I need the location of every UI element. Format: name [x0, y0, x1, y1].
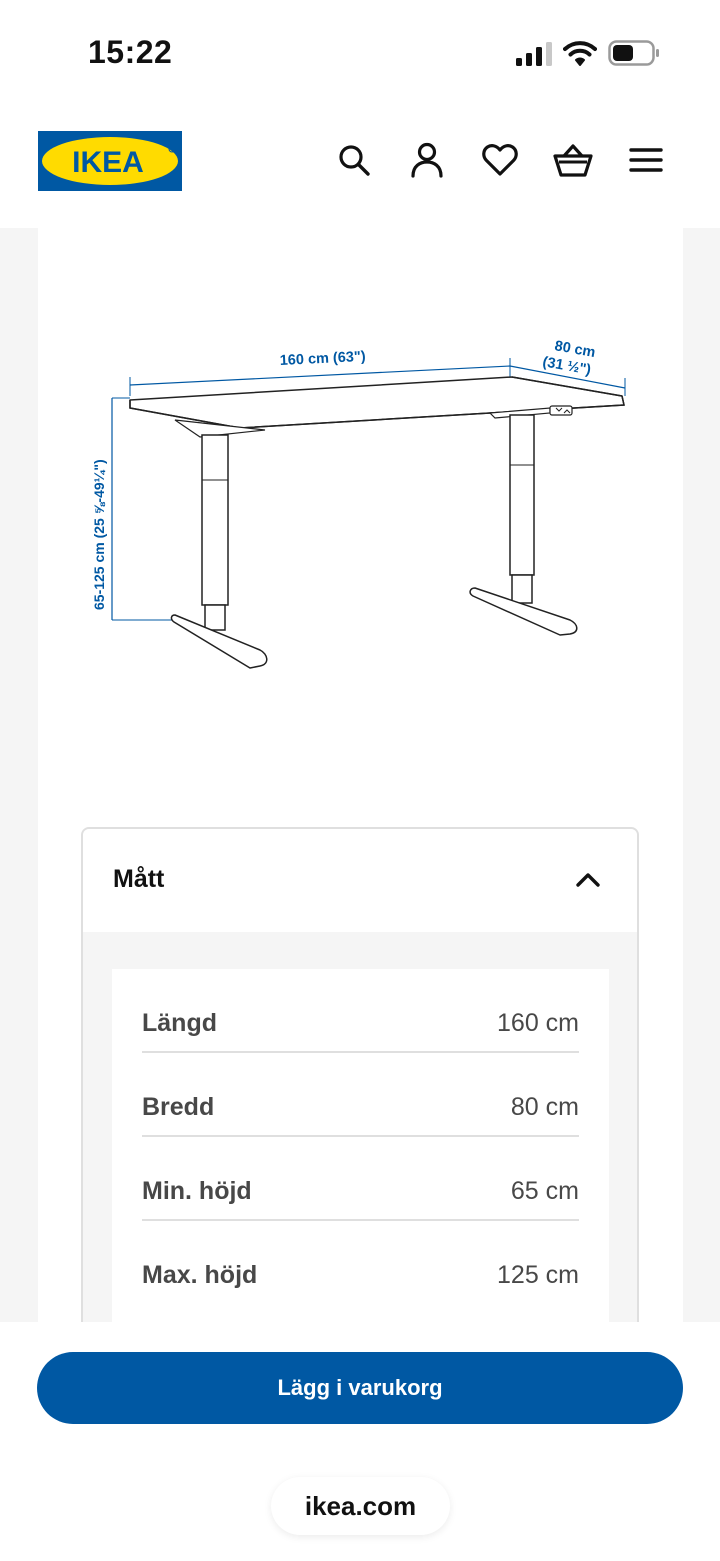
- cellular-signal-icon: [516, 42, 552, 66]
- add-to-cart-button[interactable]: Lägg i varukorg: [37, 1352, 683, 1424]
- site-header: IKEA: [0, 100, 720, 228]
- logo-text: IKEA: [72, 146, 144, 179]
- dimension-row: Bredd 80 cm: [142, 1053, 579, 1137]
- accordion-title: Mått: [113, 865, 165, 893]
- battery-icon: [608, 40, 659, 66]
- dimension-value: 125 cm: [497, 1261, 579, 1289]
- dimension-label: Min. höjd: [142, 1177, 252, 1205]
- dimension-row: Min. höjd 65 cm: [142, 1137, 579, 1221]
- dimension-row: Längd 160 cm: [142, 969, 579, 1053]
- browser-url: ikea.com: [304, 1490, 417, 1521]
- browser-url-pill[interactable]: ikea.com: [271, 1477, 450, 1535]
- dimensions-accordion: Mått Längd 160 cm Bredd 80 cm Min. höjd …: [81, 827, 639, 1322]
- width-dimension-label: 160 cm (63"): [279, 349, 366, 369]
- wifi-icon: [563, 41, 597, 66]
- heart-icon: [482, 144, 518, 176]
- account-button[interactable]: [407, 140, 447, 180]
- dimension-value: 80 cm: [510, 1093, 579, 1121]
- status-time: 15:22: [88, 34, 173, 70]
- ikea-logo[interactable]: IKEA: [38, 131, 182, 191]
- status-bar: 15:22: [0, 0, 720, 100]
- dimension-row: Max. höjd 125 cm: [142, 1221, 579, 1305]
- bottom-action-bar: Lägg i varukorg ikea.com: [0, 1322, 720, 1561]
- shopping-basket-button[interactable]: [553, 140, 593, 180]
- menu-icon: [629, 148, 663, 172]
- account-icon: [411, 142, 443, 178]
- dimension-label: Längd: [142, 1009, 217, 1037]
- height-dimension-label: 65-125 cm (25 ⅝-49¼"): [91, 459, 107, 610]
- dimensions-accordion-header[interactable]: Mått: [83, 829, 637, 932]
- favourites-button[interactable]: [480, 140, 520, 180]
- search-button[interactable]: [334, 140, 374, 180]
- chevron-up-icon[interactable]: [575, 869, 601, 889]
- shopping-basket-icon: [553, 144, 593, 177]
- desk-dimension-drawing[interactable]: 160 cm (63") 80 cm (31 ½") 65-125 cm (25…: [80, 320, 650, 720]
- dimension-label: Max. höjd: [142, 1261, 258, 1289]
- dimensions-list: Längd 160 cm Bredd 80 cm Min. höjd 65 cm…: [112, 969, 609, 1322]
- menu-button[interactable]: [626, 140, 666, 180]
- dimension-label: Bredd: [142, 1093, 215, 1121]
- dimension-value: 65 cm: [510, 1177, 579, 1205]
- dimension-value: 160 cm: [497, 1009, 579, 1037]
- search-icon: [339, 145, 370, 176]
